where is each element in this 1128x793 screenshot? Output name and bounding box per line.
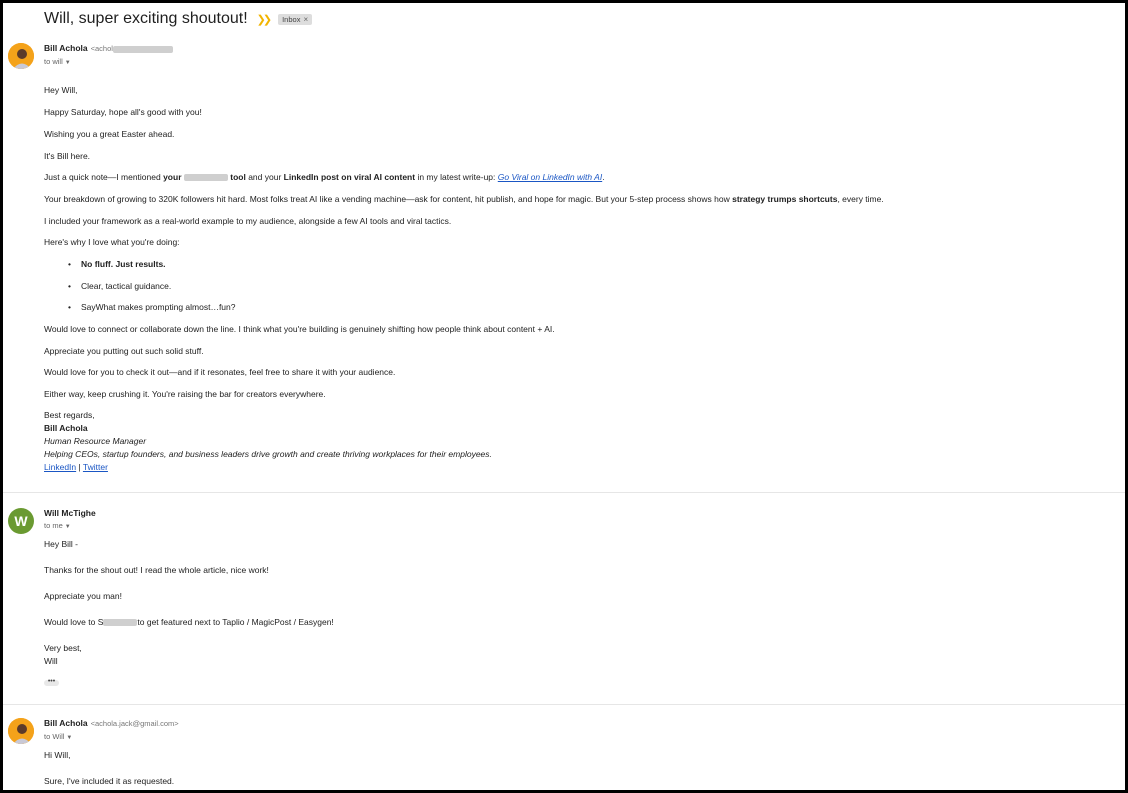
sender-email-text: <achol <box>90 44 113 53</box>
text-segment: Your breakdown of growing to 320K follow… <box>44 194 733 204</box>
message-divider <box>3 492 1125 493</box>
linkedin-link[interactable]: LinkedIn <box>44 462 76 472</box>
sender-name[interactable]: Will McTighe <box>44 508 96 518</box>
sender-name-text: Bill Achola <box>44 43 88 53</box>
body-line: Hey Bill - <box>44 539 79 549</box>
redacted-block <box>112 45 173 53</box>
twitter-link[interactable]: Twitter <box>83 462 108 472</box>
text-segment: in my latest write-up: <box>415 172 498 182</box>
avatar[interactable]: W <box>8 508 34 534</box>
text-segment: Just a quick note—I mentioned <box>44 172 164 182</box>
signature-line: Bill Achola <box>44 423 88 434</box>
list-item: No fluff. Just results. <box>44 259 166 270</box>
list-item: SayWhat makes prompting almost…fun? <box>44 302 235 313</box>
list-item: Clear, tactical guidance. <box>44 281 171 292</box>
body-line: Thanks for the shout out! I read the who… <box>44 565 269 575</box>
body-line: Sure, I've included it as requested. <box>44 776 175 786</box>
signature-line: Best regards, <box>44 410 95 420</box>
importance-marker-icon[interactable]: ❯❯ <box>257 13 273 26</box>
chevron-down-icon: ▼ <box>64 60 71 66</box>
recipient-text: to Will <box>44 732 65 741</box>
body-line: Appreciate you putting out such solid st… <box>44 346 204 356</box>
text-segment: Would love to <box>44 617 98 627</box>
body-line: Very best, <box>44 643 82 653</box>
body-line: Would love to connect or collaborate dow… <box>44 324 555 334</box>
body-line: Will <box>44 656 58 666</box>
text-segment: to get featured next to Taplio / MagicPo… <box>137 617 334 627</box>
signature-line: Human Resource Manager <box>44 436 146 447</box>
signature-title: Human Resource Manager <box>44 436 147 446</box>
sender-name-text: Bill Achola <box>44 718 88 728</box>
text-bold: your <box>163 172 182 182</box>
body-line: Wishing you a great Easter ahead. <box>44 129 175 139</box>
text-bold: tool <box>230 172 246 182</box>
sender-name[interactable]: Bill Achola <achol <box>44 43 173 53</box>
link-separator: | <box>76 462 83 472</box>
avatar-photo-icon[interactable] <box>8 43 34 69</box>
body-line: Would love for you to check it out—and i… <box>44 367 396 377</box>
body-line: Hi Will, <box>44 750 71 760</box>
subject-row: Will, super exciting shoutout! ❯❯ Inbox … <box>44 10 313 28</box>
body-line: I included your framework as a real-worl… <box>44 216 452 226</box>
redacted-block <box>103 619 138 627</box>
text-segment: , every time. <box>837 194 884 204</box>
sender-name[interactable]: Bill Achola <achola.jack@gmail.com> <box>44 718 179 728</box>
avatar-letter: W <box>14 513 28 529</box>
body-line: Appreciate you man! <box>44 591 122 601</box>
sender-email: <achol <box>91 44 173 53</box>
text-segment: and your <box>245 172 284 182</box>
recipient-text: to me <box>44 521 63 530</box>
label-remove-icon[interactable]: × <box>303 15 308 24</box>
body-line: Would love to Sto get featured next to T… <box>44 617 334 628</box>
body-line: Just a quick note—I mentioned your tool … <box>44 172 605 183</box>
signature-tagline: Helping CEOs, startup founders, and busi… <box>44 449 492 459</box>
avatar-photo-icon[interactable] <box>8 718 34 744</box>
text-bold: strategy trumps shortcuts <box>732 194 838 204</box>
body-line: Either way, keep crushing it. You're rai… <box>44 389 326 399</box>
article-link[interactable]: Go Viral on LinkedIn with AI <box>498 172 602 182</box>
text-bold: LinkedIn post on viral AI content <box>283 172 416 182</box>
sender-email: <achola.jack@gmail.com> <box>90 719 179 728</box>
redacted-block <box>183 174 228 182</box>
show-trimmed-content-button[interactable]: ••• <box>44 678 59 686</box>
recipient-toggle[interactable]: to will ▼ <box>44 57 71 66</box>
body-line: Happy Saturday, hope all's good with you… <box>44 107 202 117</box>
message-divider <box>3 704 1125 705</box>
chevron-down-icon: ▼ <box>64 524 71 530</box>
recipient-text: to will <box>44 57 63 66</box>
recipient-toggle[interactable]: to Will ▼ <box>44 732 72 741</box>
label-inbox-text: Inbox <box>282 14 301 24</box>
label-inbox[interactable]: Inbox × <box>278 13 313 25</box>
signature-name: Bill Achola <box>44 423 88 433</box>
body-line: Here's why I love what you're doing: <box>44 237 180 247</box>
text-bold: No fluff. Just results. <box>81 259 166 269</box>
body-line: Hey Will, <box>44 85 78 95</box>
sender-name-text: Will McTighe <box>44 508 96 518</box>
signature-line: Helping CEOs, startup founders, and busi… <box>44 449 492 460</box>
signature-line: LinkedIn | Twitter <box>44 462 108 473</box>
body-line: It's Bill here. <box>44 151 91 161</box>
body-line: Your breakdown of growing to 320K follow… <box>44 194 884 205</box>
text-segment: . <box>602 172 605 182</box>
chevron-down-icon: ▼ <box>66 735 73 741</box>
recipient-toggle[interactable]: to me ▼ <box>44 521 71 530</box>
email-thread: Will, super exciting shoutout! ❯❯ Inbox … <box>3 3 1125 790</box>
email-subject: Will, super exciting shoutout! <box>44 10 248 27</box>
